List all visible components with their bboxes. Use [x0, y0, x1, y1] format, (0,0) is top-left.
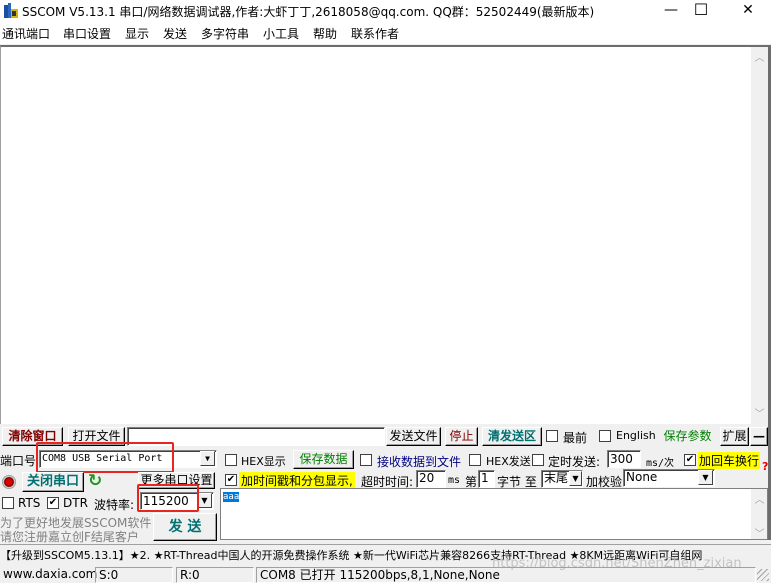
hex-send-checkbox[interactable]: [469, 454, 481, 466]
collapse-button[interactable]: —: [750, 427, 768, 446]
menu-comm-port[interactable]: 通讯端口: [2, 25, 50, 42]
topmost-label: 最前: [563, 431, 588, 445]
title-bar: SSCOM V5.13.1 串口/网络数据调试器,作者:大虾丁丁,2618058…: [0, 0, 771, 22]
annotation-box-baud: [137, 484, 199, 512]
save-data-button[interactable]: 保存数据: [293, 450, 354, 469]
timestamp-label: 加时间戳和分包显示,: [239, 472, 355, 489]
english-checkbox[interactable]: [599, 430, 611, 442]
recv-to-file-label: 接收数据到文件: [377, 455, 462, 469]
timed-send-label: 定时发送:: [548, 455, 601, 469]
window-title: SSCOM V5.13.1 串口/网络数据调试器,作者:大虾丁丁,2618058…: [22, 5, 595, 19]
byte-from-input[interactable]: 1: [478, 470, 495, 488]
english-label: English: [616, 429, 656, 442]
chevron-down-icon[interactable]: ▼: [569, 471, 582, 486]
rts-checkbox[interactable]: [2, 497, 14, 509]
menu-display[interactable]: 显示: [125, 25, 149, 42]
byte-to-select[interactable]: 末尾 ▼: [541, 470, 583, 488]
chevron-down-icon[interactable]: ▼: [197, 493, 212, 508]
timed-send-checkbox[interactable]: [532, 454, 544, 466]
chevron-down-icon[interactable]: ▼: [698, 470, 713, 485]
menu-send[interactable]: 发送: [163, 25, 187, 42]
recv-to-file-checkbox[interactable]: [360, 454, 372, 466]
menu-multi-string[interactable]: 多字符串: [201, 25, 249, 42]
interval-input[interactable]: 300: [607, 450, 641, 468]
status-sent-count: S:0: [95, 567, 173, 583]
add-crlf-checkbox[interactable]: ✔: [684, 454, 696, 466]
scroll-down-icon[interactable]: ﹀: [751, 405, 768, 420]
send-file-button[interactable]: 发送文件: [386, 427, 441, 446]
receive-textarea[interactable]: [0, 45, 768, 424]
stop-button[interactable]: 停止: [445, 427, 478, 446]
help-icon[interactable]: ?: [762, 460, 768, 473]
expand-button[interactable]: 扩展: [720, 427, 749, 446]
scroll-down-icon[interactable]: ﹀: [751, 525, 768, 540]
app-icon: [4, 3, 18, 18]
hex-display-label: HEX显示: [241, 455, 286, 468]
menu-contact-author[interactable]: 联系作者: [351, 25, 399, 42]
status-received-count: R:0: [176, 567, 254, 583]
interval-unit-label: ms/次: [646, 458, 675, 469]
hex-send-label: HEX发送: [486, 455, 531, 468]
checksum-select[interactable]: None ▼: [623, 469, 715, 487]
menu-bar: 通讯端口 串口设置 显示 发送 多字符串 小工具 帮助 联系作者: [0, 22, 771, 44]
chevron-down-icon[interactable]: ▼: [200, 451, 215, 466]
port-status-led-icon: [2, 475, 16, 489]
timestamp-checkbox[interactable]: ✔: [225, 474, 237, 486]
hex-display-checkbox[interactable]: [225, 454, 237, 466]
resize-grip-icon[interactable]: [757, 569, 769, 581]
topmost-checkbox[interactable]: [546, 430, 558, 442]
status-port-info: COM8 已打开 115200bps,8,1,None,None: [256, 567, 756, 583]
port-label: 端口号: [0, 454, 37, 468]
status-website[interactable]: www.daxia.com: [0, 567, 97, 583]
close-button[interactable]: ✕: [728, 0, 768, 22]
send-button[interactable]: 发 送: [153, 513, 217, 541]
promo-line-2: 请您注册嘉立创F结尾客户: [0, 530, 139, 544]
dtr-checkbox[interactable]: ✔: [47, 497, 59, 509]
send-text-selection: aaa: [223, 492, 240, 502]
scroll-up-icon[interactable]: ︿: [751, 49, 768, 64]
save-params-button[interactable]: 保存参数: [658, 427, 717, 446]
timeout-input[interactable]: 20: [416, 470, 446, 488]
clear-send-button[interactable]: 清发送区: [482, 427, 542, 446]
timeout-unit-label: ms: [448, 475, 461, 486]
dtr-label: DTR: [63, 496, 88, 510]
refresh-icon[interactable]: ↻: [88, 472, 106, 490]
send-textarea[interactable]: aaa: [220, 488, 768, 540]
scroll-up-icon[interactable]: ︿: [751, 491, 768, 506]
baud-label: 波特率:: [94, 498, 135, 512]
send-scrollbar[interactable]: ︿ ﹀: [751, 489, 768, 540]
byte-to-value: 末尾: [544, 471, 569, 485]
menu-serial-settings[interactable]: 串口设置: [63, 25, 111, 42]
menu-help[interactable]: 帮助: [313, 25, 337, 42]
receive-scrollbar[interactable]: ︿ ﹀: [751, 47, 768, 424]
menu-tools[interactable]: 小工具: [263, 25, 299, 42]
rts-label: RTS: [18, 496, 41, 510]
checksum-value: None: [626, 470, 658, 484]
close-port-button[interactable]: 关闭串口: [22, 472, 84, 492]
maximize-button[interactable]: ☐: [681, 0, 721, 22]
add-crlf-label: 加回车换行: [698, 452, 761, 469]
annotation-box-port: [36, 442, 174, 473]
